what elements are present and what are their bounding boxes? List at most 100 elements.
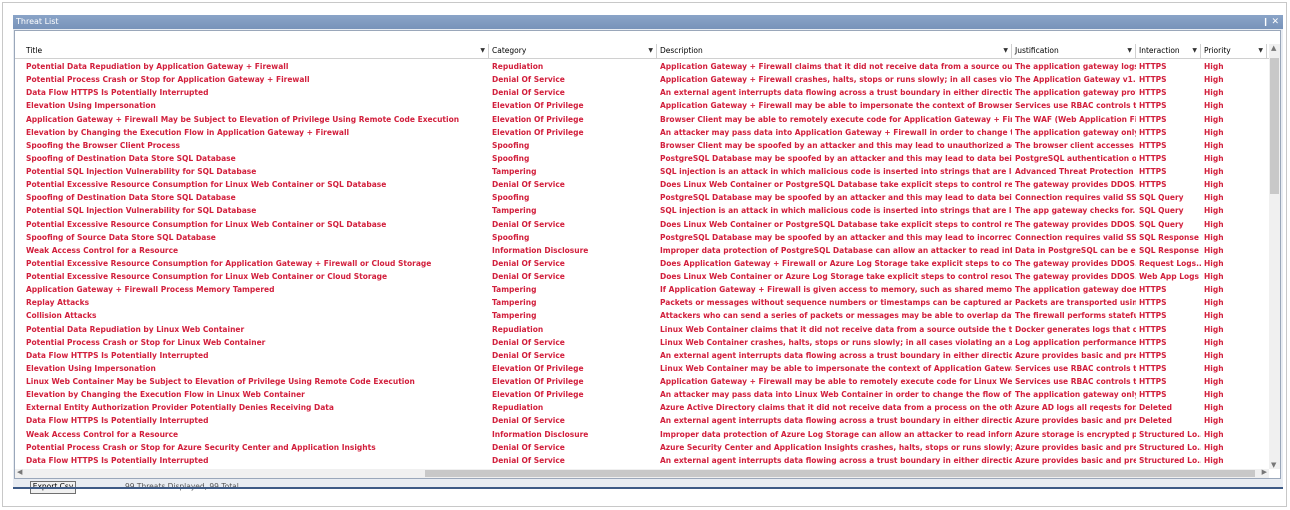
cell-justification: Services use RBAC controls t... bbox=[1015, 377, 1136, 386]
cell-description: Azure Active Directory claims that it di… bbox=[660, 403, 1012, 413]
table-row[interactable]: Potential Excessive Resource Consumption… bbox=[15, 257, 1269, 270]
table-row[interactable]: Elevation Using Impersonation Elevation O… bbox=[15, 99, 1269, 112]
column-header-title[interactable]: Title ▼ bbox=[23, 44, 489, 58]
cell-justification: Services use RBAC controls t... bbox=[1015, 363, 1136, 373]
scroll-up-icon[interactable]: ▲ bbox=[1271, 44, 1276, 52]
column-header-priority[interactable]: Priority ▼ bbox=[1201, 44, 1267, 58]
scroll-left-icon[interactable]: ◀ bbox=[17, 468, 22, 476]
table-row[interactable]: Potential Data Repudiation by Applicatio… bbox=[15, 60, 1269, 73]
table-row[interactable]: Weak Access Control for a Resource Inform… bbox=[15, 244, 1269, 257]
table-row[interactable]: Data Flow HTTPS Is Potentially Interrupt… bbox=[15, 349, 1269, 362]
table-row[interactable]: External Entity Authorization Provider P… bbox=[15, 401, 1269, 414]
table-row[interactable]: Collision Attacks Tampering Attackers who … bbox=[15, 309, 1269, 322]
table-row[interactable]: Data Flow HTTPS Is Potentially Interrupt… bbox=[15, 414, 1269, 427]
filter-dropdown-icon[interactable]: ▼ bbox=[480, 44, 485, 58]
cell-category: Tampering bbox=[492, 167, 537, 176]
cell-category: Spoofing bbox=[492, 153, 530, 163]
table-row[interactable]: Potential Process Crash or Stop for Azur… bbox=[15, 441, 1269, 454]
cell-title: Linux Web Container May be Subject to El… bbox=[26, 377, 415, 386]
table-row[interactable]: Potential Excessive Resource Consumption… bbox=[15, 178, 1269, 191]
panel-titlebar: Threat List ❙ ✕ bbox=[13, 15, 1283, 29]
cell-priority: High bbox=[1204, 390, 1224, 400]
threat-list-panel: Threat List ❙ ✕ ▼ Title ▼ Category ▼ Des… bbox=[13, 15, 1283, 494]
filter-dropdown-icon[interactable]: ▼ bbox=[1258, 44, 1263, 58]
scroll-down-icon[interactable]: ▼ bbox=[1271, 461, 1276, 469]
table-row[interactable]: Linux Web Container May be Subject to El… bbox=[15, 375, 1269, 388]
cell-justification: The Application Gateway v1... bbox=[1015, 75, 1136, 85]
table-row[interactable]: Spoofing the Browser Client Process Spoof… bbox=[15, 139, 1269, 152]
pin-icon[interactable]: ❙ bbox=[1262, 15, 1269, 29]
table-row[interactable]: Potential Excessive Resource Consumption… bbox=[15, 270, 1269, 283]
cell-description: Attackers who can send a series of packe… bbox=[660, 311, 1012, 321]
table-row[interactable]: Elevation Using Impersonation Elevation O… bbox=[15, 362, 1269, 375]
horizontal-scrollbar[interactable]: ◀ ▶ bbox=[15, 468, 1269, 478]
column-header-justification[interactable]: Justification ▼ bbox=[1012, 44, 1136, 58]
cell-title: Potential Data Repudiation by Linux Web … bbox=[26, 324, 245, 334]
cell-priority: High bbox=[1204, 363, 1224, 373]
cell-title: Application Gateway + Firewall May be Su… bbox=[26, 114, 460, 124]
table-row[interactable]: Weak Access Control for a Resource Inform… bbox=[15, 428, 1269, 441]
table-row[interactable]: Application Gateway + Firewall Process M… bbox=[15, 283, 1269, 296]
table-row[interactable]: Spoofing of Destination Data Store SQL D… bbox=[15, 152, 1269, 165]
cell-priority: High bbox=[1204, 298, 1224, 308]
cell-priority: High bbox=[1204, 442, 1224, 452]
filter-dropdown-icon[interactable]: ▼ bbox=[1127, 44, 1132, 58]
filter-dropdown-icon[interactable]: ▼ bbox=[1003, 44, 1008, 58]
cell-priority: High bbox=[1204, 206, 1224, 216]
table-row[interactable]: Potential Data Repudiation by Linux Web … bbox=[15, 323, 1269, 336]
cell-interaction: SQL Query bbox=[1139, 206, 1184, 216]
cell-category: Denial Of Service bbox=[492, 455, 565, 465]
cell-justification: Packets are transported usin... bbox=[1015, 298, 1136, 308]
table-row[interactable]: Replay Attacks Tampering Packets or messag… bbox=[15, 296, 1269, 309]
cell-description: Does Linux Web Container or PostgreSQL D… bbox=[660, 219, 1012, 229]
column-header-interaction[interactable]: Interaction ▼ bbox=[1136, 44, 1201, 58]
table-row[interactable]: Data Flow HTTPS Is Potentially Interrupt… bbox=[15, 454, 1269, 467]
cell-category: Tampering bbox=[492, 311, 537, 321]
cell-category: Spoofing bbox=[492, 232, 530, 242]
cell-category: Elevation Of Privilege bbox=[492, 377, 584, 386]
scroll-right-icon[interactable]: ▶ bbox=[1262, 468, 1267, 476]
cell-justification: Azure storage is encrypted pr... bbox=[1015, 429, 1136, 439]
cell-title: Weak Access Control for a Resource bbox=[26, 429, 179, 439]
cell-description: PostgreSQL Database may be spoofed by an… bbox=[660, 153, 1012, 163]
cell-interaction: HTTPS bbox=[1139, 180, 1167, 190]
column-header-category[interactable]: Category ▼ bbox=[489, 44, 657, 58]
column-header-label: Description bbox=[660, 46, 703, 55]
cell-title: Spoofing of Source Data Store SQL Databa… bbox=[26, 232, 216, 242]
cell-priority: High bbox=[1204, 232, 1224, 242]
cell-description: An external agent interrupts data flowin… bbox=[660, 416, 1012, 426]
filter-dropdown-icon[interactable]: ▼ bbox=[1192, 44, 1197, 58]
cell-description: Packets or messages without sequence num… bbox=[660, 298, 1012, 308]
close-icon[interactable]: ✕ bbox=[1271, 15, 1279, 29]
table-row[interactable]: Application Gateway + Firewall May be Su… bbox=[15, 113, 1269, 126]
cell-priority: High bbox=[1204, 272, 1224, 281]
vertical-scroll-thumb[interactable] bbox=[1270, 58, 1279, 194]
column-header-label: Category bbox=[492, 46, 527, 55]
cell-category: Information Disclosure bbox=[492, 245, 589, 255]
table-row[interactable]: Spoofing of Source Data Store SQL Databa… bbox=[15, 231, 1269, 244]
cell-description: Application Gateway + Firewall crashes, … bbox=[660, 75, 1012, 85]
horizontal-scroll-thumb[interactable] bbox=[425, 470, 1255, 477]
table-row[interactable]: Potential Process Crash or Stop for Linu… bbox=[15, 336, 1269, 349]
cell-interaction: SQL Query bbox=[1139, 219, 1184, 229]
table-row[interactable]: Potential Process Crash or Stop for Appl… bbox=[15, 73, 1269, 86]
table-row[interactable]: Spoofing of Destination Data Store SQL D… bbox=[15, 191, 1269, 204]
cell-justification: The gateway provides DDOS... bbox=[1015, 180, 1136, 190]
cell-description: An external agent interrupts data flowin… bbox=[660, 88, 1012, 98]
cell-interaction: HTTPS bbox=[1139, 311, 1167, 321]
column-header-description[interactable]: Description ▼ bbox=[657, 44, 1012, 58]
cell-priority: High bbox=[1204, 62, 1224, 71]
cell-description: An attacker may pass data into Applicati… bbox=[660, 127, 1012, 137]
cell-category: Denial Of Service bbox=[492, 258, 565, 268]
vertical-scrollbar[interactable]: ▲ ▼ bbox=[1269, 44, 1280, 469]
table-row[interactable]: Elevation by Changing the Execution Flow… bbox=[15, 388, 1269, 401]
threat-grid: ▼ Title ▼ Category ▼ Description ▼ Justi… bbox=[14, 30, 1281, 479]
cell-category: Denial Of Service bbox=[492, 75, 565, 85]
table-row[interactable]: Potential SQL Injection Vulnerability fo… bbox=[15, 204, 1269, 217]
table-row[interactable]: Data Flow HTTPS Is Potentially Interrupt… bbox=[15, 86, 1269, 99]
table-row[interactable]: Potential Excessive Resource Consumption… bbox=[15, 218, 1269, 231]
table-row[interactable]: Potential SQL Injection Vulnerability fo… bbox=[15, 165, 1269, 178]
cell-category: Spoofing bbox=[492, 193, 530, 203]
table-row[interactable]: Elevation by Changing the Execution Flow… bbox=[15, 126, 1269, 139]
filter-dropdown-icon[interactable]: ▼ bbox=[648, 44, 653, 58]
